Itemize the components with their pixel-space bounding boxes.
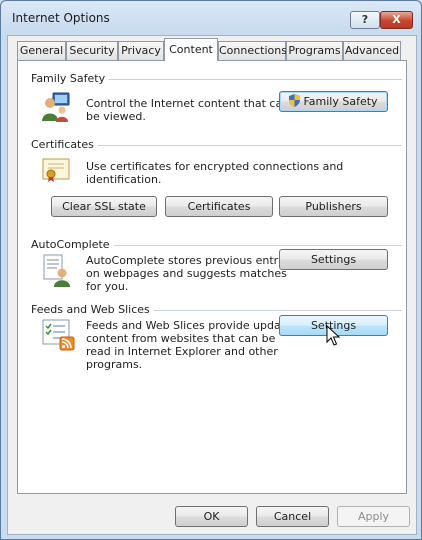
cancel-button[interactable]: Cancel <box>256 506 329 527</box>
feeds-desc-line3: read in Internet Explorer and other <box>86 345 278 358</box>
certificates-button[interactable]: Certificates <box>165 196 273 217</box>
autocomplete-divider <box>103 245 402 246</box>
tab-content[interactable]: Content <box>164 38 218 61</box>
internet-options-window: Internet Options ? X General Security Pr… <box>0 0 422 540</box>
family-safety-desc-line2: be viewed. <box>86 110 146 123</box>
tab-advanced[interactable]: Advanced <box>343 41 401 60</box>
window-title: Internet Options <box>12 11 110 25</box>
uac-shield-icon <box>289 94 301 107</box>
feeds-icon <box>42 319 76 354</box>
tab-general[interactable]: General <box>17 41 66 60</box>
apply-button[interactable]: Apply <box>337 506 410 527</box>
tab-security[interactable]: Security <box>66 41 118 60</box>
certificates-desc: Use certificates for encrypted connectio… <box>86 160 344 186</box>
feeds-desc-line2: content from websites that can be <box>86 332 276 345</box>
certificates-divider <box>96 145 402 146</box>
family-safety-heading: Family Safety <box>31 72 110 85</box>
dialog-client-area: General Security Privacy Content Connect… <box>7 35 417 535</box>
mouse-cursor-icon <box>326 324 341 350</box>
content-tab-panel: Family Safety Control the Internet conte… <box>17 60 407 494</box>
clear-ssl-state-button[interactable]: Clear SSL state <box>51 196 157 217</box>
feeds-divider <box>142 310 402 311</box>
autocomplete-desc-line2: on webpages and suggests matches <box>86 267 287 280</box>
tab-privacy[interactable]: Privacy <box>118 41 164 60</box>
tab-programs[interactable]: Programs <box>286 41 343 60</box>
autocomplete-desc-line3: for you. <box>86 280 129 293</box>
publishers-button[interactable]: Publishers <box>279 196 388 217</box>
family-safety-button[interactable]: Family Safety <box>279 91 388 112</box>
autocomplete-desc-line1: AutoComplete stores previous entries <box>86 254 294 267</box>
ok-button[interactable]: OK <box>175 506 248 527</box>
feeds-desc-line1: Feeds and Web Slices provide updated <box>86 319 299 332</box>
help-button[interactable]: ? <box>350 11 380 29</box>
certificate-icon <box>42 157 72 186</box>
certificates-heading: Certificates <box>31 138 98 151</box>
autocomplete-icon <box>42 254 72 291</box>
autocomplete-settings-button[interactable]: Settings <box>279 249 388 270</box>
family-safety-desc-line1: Control the Internet content that can <box>86 97 290 110</box>
family-safety-icon <box>40 91 72 126</box>
family-safety-divider <box>106 79 402 80</box>
autocomplete-heading: AutoComplete <box>31 238 114 251</box>
feeds-heading: Feeds and Web Slices <box>31 303 154 316</box>
family-safety-button-label: Family Safety <box>303 95 378 108</box>
feeds-desc-line4: programs. <box>86 358 143 371</box>
close-button[interactable]: X <box>380 11 413 29</box>
tab-connections[interactable]: Connections <box>218 41 287 60</box>
title-bar[interactable]: Internet Options ? X <box>1 1 421 37</box>
